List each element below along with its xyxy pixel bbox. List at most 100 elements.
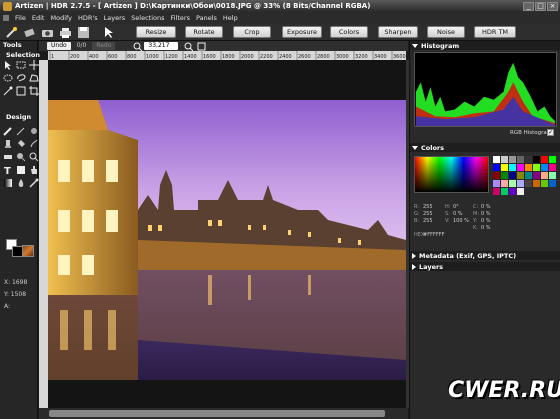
minimize-button[interactable]: _: [523, 1, 534, 11]
menu-edit[interactable]: Edit: [29, 14, 48, 22]
magic-wand-icon[interactable]: [5, 26, 18, 39]
menu-file[interactable]: File: [12, 14, 29, 22]
noise-button[interactable]: Noise: [427, 26, 465, 38]
eraser-tool-icon[interactable]: [2, 151, 14, 163]
color-swatch[interactable]: [493, 156, 500, 163]
color-swatch[interactable]: [501, 156, 508, 163]
color-value: B:: [414, 218, 420, 224]
hdr-tm-button[interactable]: HDR TM: [474, 26, 516, 38]
rect-select-icon[interactable]: [15, 59, 27, 71]
color-swatch[interactable]: [549, 164, 556, 171]
title-bar: Artizen | HDR 2.7.5 - [ Artizen ] D:\Кар…: [0, 0, 560, 12]
gradient-icon[interactable]: [2, 177, 14, 189]
color-swatch[interactable]: [549, 156, 556, 163]
color-swatch[interactable]: [525, 172, 532, 179]
redo-button[interactable]: Redo: [92, 42, 116, 50]
menu-help[interactable]: Help: [220, 14, 241, 22]
layers-panel-header[interactable]: Layers: [410, 262, 560, 271]
menu-hdrs[interactable]: HDR's: [75, 14, 101, 22]
color-spectrum-picker[interactable]: [414, 156, 489, 193]
color-swatch[interactable]: [541, 180, 548, 187]
colors-panel-header[interactable]: Colors: [410, 143, 560, 152]
color-swatch[interactable]: [525, 164, 532, 171]
sharpen-button[interactable]: Sharpen: [378, 26, 418, 38]
design-section-label: Design: [6, 113, 32, 121]
zoom-in-icon[interactable]: [133, 42, 143, 51]
color-swatch[interactable]: [541, 156, 548, 163]
menu-panels[interactable]: Panels: [193, 14, 220, 22]
color-swatch[interactable]: [509, 180, 516, 187]
color-swatch[interactable]: [541, 172, 548, 179]
magic-select-icon[interactable]: [2, 85, 14, 97]
color-swatch[interactable]: [493, 188, 500, 195]
undo-button[interactable]: Undo: [47, 42, 71, 50]
color-swatch[interactable]: [517, 172, 524, 179]
dodge-icon[interactable]: [15, 151, 27, 163]
color-swatch[interactable]: [509, 188, 516, 195]
color-swatch[interactable]: [493, 180, 500, 187]
color-value: V:: [445, 218, 450, 224]
color-swatch[interactable]: [493, 164, 500, 171]
color-swatch[interactable]: [501, 180, 508, 187]
rotate-button[interactable]: Rotate: [185, 26, 223, 38]
text-icon[interactable]: T: [2, 164, 14, 176]
coord-a: A:: [4, 303, 11, 310]
color-swatch[interactable]: [525, 180, 532, 187]
color-swatch[interactable]: [541, 164, 548, 171]
color-swatch[interactable]: [533, 156, 540, 163]
close-button[interactable]: ×: [547, 1, 558, 11]
fit-icon[interactable]: [197, 42, 206, 51]
camera-icon[interactable]: [41, 26, 54, 39]
color-swatch[interactable]: [549, 172, 556, 179]
color-swatch[interactable]: [509, 156, 516, 163]
color-select-icon[interactable]: [15, 85, 27, 97]
zoom-field[interactable]: 33,217: [144, 42, 179, 50]
crop-button[interactable]: Crop: [233, 26, 271, 38]
print-icon[interactable]: [59, 26, 72, 39]
save-icon[interactable]: [77, 26, 90, 39]
fill-bucket-icon[interactable]: [15, 138, 27, 150]
color-swatch[interactable]: [501, 164, 508, 171]
color-swatch[interactable]: [509, 172, 516, 179]
menu-layers[interactable]: Layers: [101, 14, 129, 22]
arrow-select-icon[interactable]: [2, 59, 14, 71]
color-swatch[interactable]: [517, 180, 524, 187]
menu-modify[interactable]: Modify: [47, 14, 75, 22]
color-swatch[interactable]: [517, 156, 524, 163]
shape-icon[interactable]: [15, 164, 27, 176]
pointer-icon[interactable]: [102, 26, 115, 39]
texture-swatch[interactable]: [22, 245, 34, 257]
ellipse-select-icon[interactable]: [2, 72, 14, 84]
zoom-out-icon[interactable]: [184, 42, 194, 51]
color-swatch[interactable]: [533, 164, 540, 171]
color-swatch[interactable]: [533, 180, 540, 187]
histogram-panel-header[interactable]: Histogram: [410, 41, 560, 50]
color-swatch-grid: [493, 156, 556, 195]
brush-icon[interactable]: [2, 125, 14, 137]
color-swatch[interactable]: [525, 156, 532, 163]
color-swatch[interactable]: [517, 188, 524, 195]
menu-filters[interactable]: Filters: [167, 14, 192, 22]
color-swatch[interactable]: [517, 164, 524, 171]
metadata-panel-header[interactable]: Metadata (Exif, GPS, IPTC): [410, 251, 560, 260]
histogram-checkbox[interactable]: ✓: [547, 129, 554, 136]
color-swatch[interactable]: [533, 172, 540, 179]
scroll-thumb[interactable]: [49, 410, 385, 417]
right-panel: Histogram RGB Histogram ✓ Colors R: 255 H:…: [409, 41, 560, 419]
menu-selections[interactable]: Selections: [128, 14, 167, 22]
colors-button[interactable]: Colors: [330, 26, 368, 38]
resize-button[interactable]: Resize: [136, 26, 176, 38]
eraser-icon[interactable]: [23, 26, 36, 39]
clone-icon[interactable]: [2, 138, 14, 150]
pencil-icon[interactable]: [15, 125, 27, 137]
horizontal-scrollbar[interactable]: [39, 408, 408, 419]
maximize-button[interactable]: □: [535, 1, 546, 11]
color-swatch[interactable]: [493, 172, 500, 179]
exposure-button[interactable]: Exposure: [282, 26, 322, 38]
color-swatch[interactable]: [509, 164, 516, 171]
color-swatch[interactable]: [549, 180, 556, 187]
color-swatch[interactable]: [501, 172, 508, 179]
blur-icon[interactable]: [15, 177, 27, 189]
lasso-icon[interactable]: [15, 72, 27, 84]
color-swatch[interactable]: [501, 188, 508, 195]
